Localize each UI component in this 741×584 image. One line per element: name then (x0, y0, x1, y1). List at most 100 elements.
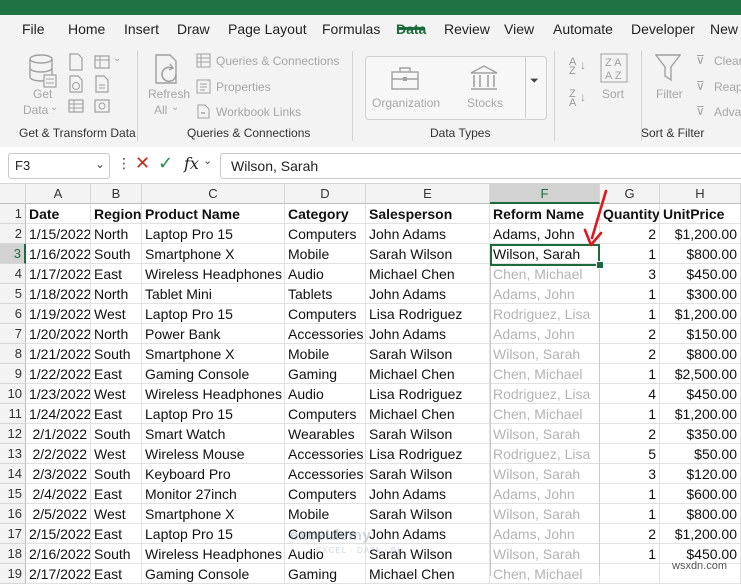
table-cell[interactable]: Sarah Wilson (366, 244, 490, 264)
row-header-5[interactable]: 5 (0, 284, 26, 304)
table-cell[interactable]: 1/20/2022 (26, 324, 91, 344)
table-cell[interactable]: John Adams (366, 324, 490, 344)
sort-a-z-icon[interactable]: AZ (569, 57, 576, 77)
column-header-h[interactable]: H (660, 184, 741, 204)
column-header-e[interactable]: E (366, 184, 490, 204)
column-title-cell[interactable]: Salesperson (366, 204, 490, 224)
table-cell[interactable]: East (91, 564, 142, 584)
table-cell[interactable]: Accessories (285, 444, 366, 464)
table-cell[interactable]: East (91, 264, 142, 284)
table-cell[interactable]: 1/21/2022 (26, 344, 91, 364)
row-header-3[interactable]: 3 (0, 244, 26, 264)
table-cell[interactable]: Tablet Mini (142, 284, 285, 304)
table-cell[interactable]: Laptop Pro 15 (142, 304, 285, 324)
table-cell[interactable]: Mobile (285, 504, 366, 524)
tab-formulas[interactable]: Formulas (322, 21, 380, 37)
table-cell[interactable]: 1 (600, 284, 660, 304)
formula-input[interactable]: Wilson, Sarah (220, 153, 741, 179)
table-cell[interactable]: Wilson, Sarah (490, 424, 600, 444)
table-cell[interactable]: East (91, 484, 142, 504)
table-cell[interactable]: 2/16/2022 (26, 544, 91, 564)
table-cell[interactable]: John Adams (366, 484, 490, 504)
tab-page-layout[interactable]: Page Layout (228, 21, 307, 37)
name-box[interactable]: F3 ⌄ (8, 153, 110, 179)
table-cell[interactable]: 2/3/2022 (26, 464, 91, 484)
tab-insert[interactable]: Insert (124, 21, 159, 37)
table-cell[interactable]: South (91, 464, 142, 484)
column-title-cell[interactable]: Category (285, 204, 366, 224)
table-cell[interactable]: 2 (600, 524, 660, 544)
table-cell[interactable]: 2 (600, 424, 660, 444)
table-cell[interactable]: East (91, 364, 142, 384)
row-header-1[interactable]: 1 (0, 204, 26, 224)
table-cell[interactable]: Sarah Wilson (366, 464, 490, 484)
text-csv-icon[interactable] (68, 53, 84, 71)
row-header-6[interactable]: 6 (0, 304, 26, 324)
tab-automate[interactable]: Automate (553, 21, 613, 37)
table-cell[interactable]: East (91, 404, 142, 424)
table-cell[interactable]: Computers (285, 224, 366, 244)
table-cell[interactable]: West (91, 384, 142, 404)
row-header-9[interactable]: 9 (0, 364, 26, 384)
table-cell[interactable]: Wireless Mouse (142, 444, 285, 464)
table-cell[interactable]: Mobile (285, 244, 366, 264)
row-header-15[interactable]: 15 (0, 484, 26, 504)
column-title-cell[interactable]: Product Name (142, 204, 285, 224)
table-cell[interactable]: Audio (285, 264, 366, 284)
table-cell[interactable]: 1/24/2022 (26, 404, 91, 424)
row-header-13[interactable]: 13 (0, 444, 26, 464)
column-title-cell[interactable]: Date (26, 204, 91, 224)
clear-filter-icon[interactable]: ⊽ (696, 53, 705, 67)
table-cell[interactable]: 2/4/2022 (26, 484, 91, 504)
queries-connections-icon[interactable] (196, 53, 211, 68)
row-header-14[interactable]: 14 (0, 464, 26, 484)
table-cell[interactable]: Accessories (285, 464, 366, 484)
existing-connections-icon[interactable] (94, 75, 110, 93)
table-cell[interactable]: South (91, 544, 142, 564)
stocks-icon[interactable] (469, 64, 499, 92)
table-cell[interactable]: John Adams (366, 524, 490, 544)
workbook-links-icon[interactable] (196, 104, 211, 119)
table-cell[interactable]: Michael Chen (366, 364, 490, 384)
refresh-all-label-1[interactable]: Refresh (148, 87, 190, 101)
table-cell[interactable]: Sarah Wilson (366, 344, 490, 364)
table-cell[interactable]: Tablets (285, 284, 366, 304)
table-cell[interactable]: Chen, Michael (490, 364, 600, 384)
table-cell[interactable]: $2,500.00 (660, 364, 741, 384)
row-header-17[interactable]: 17 (0, 524, 26, 544)
table-cell[interactable]: Mobile (285, 344, 366, 364)
table-cell[interactable]: 1/22/2022 (26, 364, 91, 384)
row-header-8[interactable]: 8 (0, 344, 26, 364)
table-cell[interactable]: 1 (600, 504, 660, 524)
table-cell[interactable]: Smart Watch (142, 424, 285, 444)
table-cell[interactable]: 2 (600, 324, 660, 344)
row-header-4[interactable]: 4 (0, 264, 26, 284)
table-cell[interactable]: Rodriguez, Lisa (490, 444, 600, 464)
table-cell[interactable]: 4 (600, 384, 660, 404)
row-header-11[interactable]: 11 (0, 404, 26, 424)
table-cell[interactable]: $350.00 (660, 424, 741, 444)
table-cell[interactable]: Computers (285, 304, 366, 324)
fx-chevron-icon[interactable]: ⌄ (203, 154, 212, 167)
table-cell[interactable]: South (91, 244, 142, 264)
queries-connections-button[interactable]: Queries & Connections (216, 54, 339, 68)
column-title-cell[interactable]: Region (91, 204, 142, 224)
reapply-button[interactable]: Reap (714, 80, 741, 94)
table-cell[interactable]: Lisa Rodriguez (366, 384, 490, 404)
table-cell[interactable]: $800.00 (660, 504, 741, 524)
tab-new[interactable]: New (710, 21, 738, 37)
table-cell[interactable]: Wireless Headphones (142, 544, 285, 564)
properties-button[interactable]: Properties (216, 80, 271, 94)
more-options-icon[interactable]: ⋮ (117, 155, 131, 172)
table-cell[interactable]: Rodriguez, Lisa (490, 384, 600, 404)
table-cell[interactable]: 1/23/2022 (26, 384, 91, 404)
table-cell[interactable]: 5 (600, 444, 660, 464)
table-cell[interactable]: West (91, 444, 142, 464)
database-icon[interactable] (28, 53, 58, 89)
from-picture-icon[interactable] (94, 97, 110, 115)
table-cell[interactable]: $1,200.00 (660, 404, 741, 424)
table-cell[interactable]: 1/16/2022 (26, 244, 91, 264)
table-cell[interactable]: $50.00 (660, 444, 741, 464)
get-data-label-1[interactable]: Get (33, 87, 52, 101)
reapply-icon[interactable]: ⊽ (696, 79, 705, 93)
